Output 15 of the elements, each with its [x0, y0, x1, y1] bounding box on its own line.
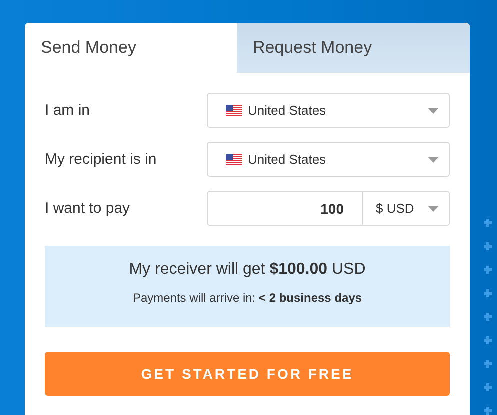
field-label: I am in	[45, 102, 90, 119]
amount-field[interactable]: 100	[207, 191, 363, 226]
country-select[interactable]: United States	[207, 93, 450, 128]
flag-icon	[226, 105, 242, 116]
currency-select[interactable]: $ USD	[363, 191, 450, 226]
field-label: My recipient is in	[45, 151, 157, 168]
caret-icon	[428, 156, 439, 162]
caret-icon	[428, 108, 439, 114]
tab[interactable]: Request Money	[237, 23, 470, 73]
receive-text: My receiver will get $100.00 USD	[128, 261, 367, 279]
flag-icon	[226, 154, 242, 165]
field-label: I want to pay	[45, 200, 130, 217]
arrival-text: Payments will arrive in: < 2 business days	[132, 291, 364, 305]
caret-icon	[428, 206, 439, 212]
country-select[interactable]: United States	[207, 142, 450, 177]
